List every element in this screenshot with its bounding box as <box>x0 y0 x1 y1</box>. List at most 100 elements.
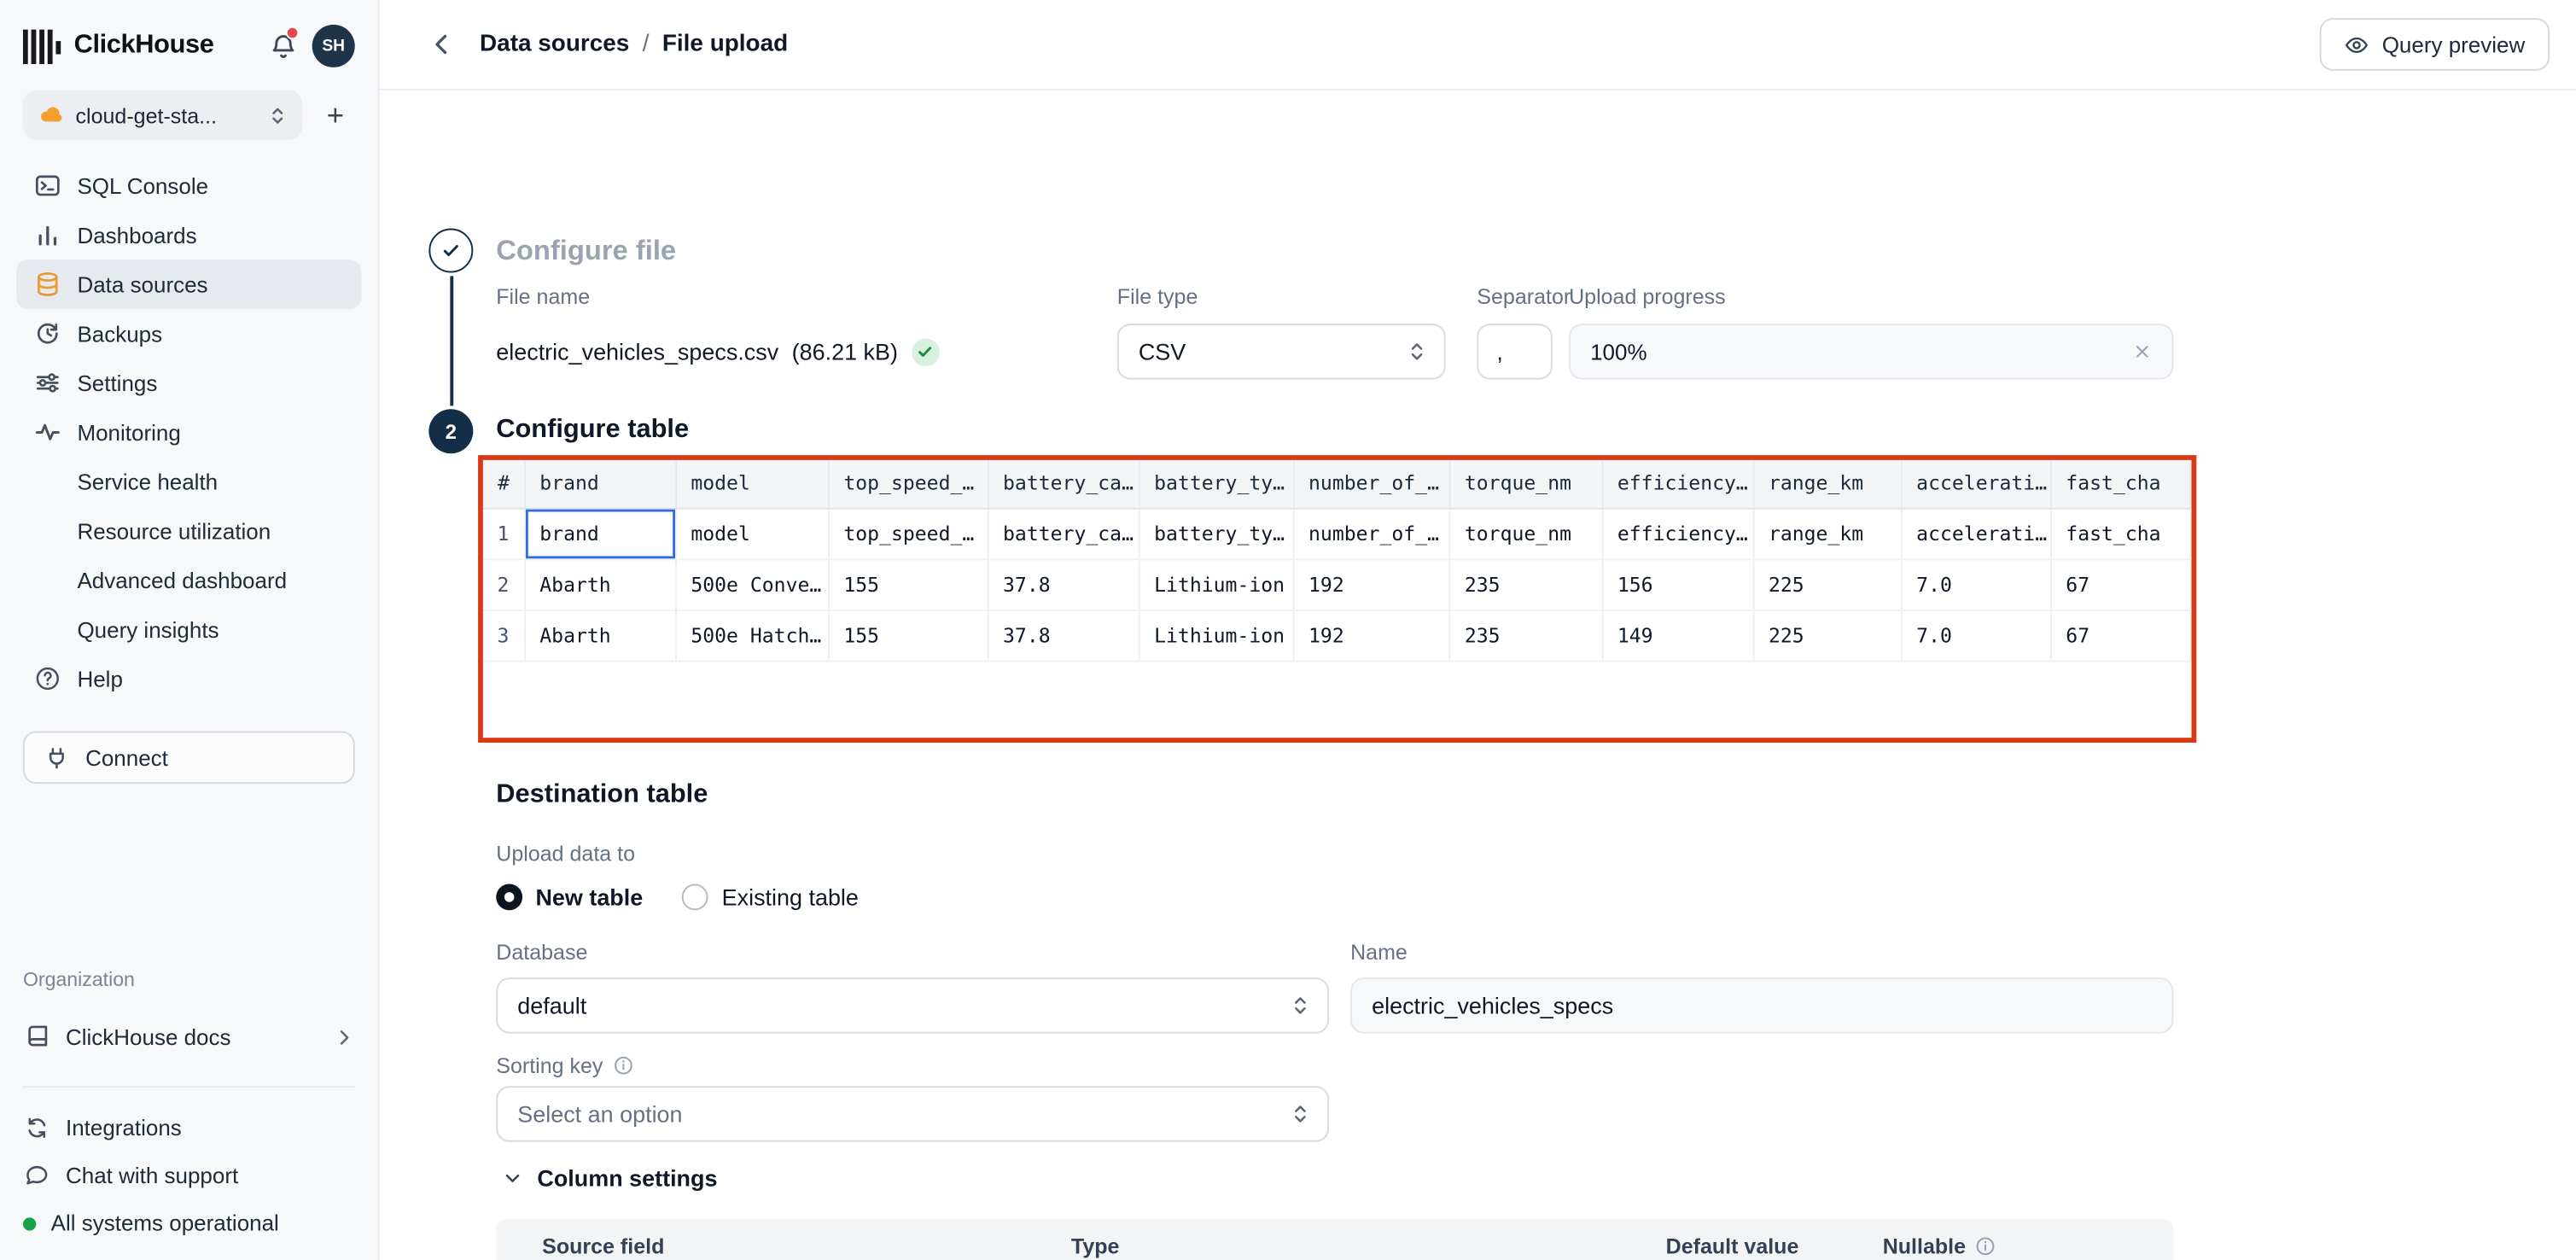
row-number: 1 <box>483 508 524 559</box>
chevron-updown-icon <box>1290 1102 1311 1125</box>
sidebar-item-backups[interactable]: Backups <box>16 309 361 359</box>
file-type-value: CSV <box>1139 338 1186 365</box>
service-selector[interactable]: cloud-get-sta... <box>23 90 303 140</box>
sorting-key-select[interactable]: Select an option <box>496 1086 1329 1141</box>
row-number: 2 <box>483 558 524 610</box>
service-selector-row: cloud-get-sta... + <box>0 69 378 140</box>
integrations-label: Integrations <box>66 1116 182 1140</box>
sidebar-item-dashboards[interactable]: Dashboards <box>16 210 361 260</box>
sidebar-item-help[interactable]: Help <box>16 654 361 703</box>
preview-cell[interactable]: torque_nm <box>1449 508 1602 559</box>
sidebar-item-sql-console[interactable]: SQL Console <box>16 161 361 211</box>
preview-cell[interactable]: Lithium-ion <box>1139 558 1293 610</box>
preview-cell[interactable]: Lithium-ion <box>1139 610 1293 661</box>
clear-upload-icon[interactable] <box>2129 338 2155 365</box>
query-preview-button[interactable]: Query preview <box>2320 18 2550 71</box>
book-icon <box>23 1023 51 1051</box>
docs-label: ClickHouse docs <box>66 1024 231 1049</box>
separator-input[interactable] <box>1477 324 1553 379</box>
preview-cell[interactable]: 192 <box>1293 610 1449 661</box>
sidebar-item-monitoring[interactable]: Monitoring <box>16 407 361 457</box>
preview-cell[interactable]: battery_ca… <box>988 508 1139 559</box>
sorting-key-label: Sorting key <box>496 1053 603 1078</box>
preview-col-header: range_km <box>1753 460 1901 508</box>
sidebar-item-label: Help <box>77 666 122 691</box>
back-chevron-icon[interactable] <box>425 28 458 61</box>
radio-new-table[interactable]: New table <box>496 884 643 910</box>
sidebar-item-advanced-dashboard[interactable]: Advanced dashboard <box>16 556 361 605</box>
page-content: 2 Configure file File name electric_vehi… <box>380 90 2576 1260</box>
preview-row: 3 Abarth 500e Hatch… 155 37.8 Lithium-io… <box>483 610 2190 661</box>
preview-cell-focused[interactable]: brand <box>524 508 675 559</box>
sidebar-item-query-insights[interactable]: Query insights <box>16 604 361 654</box>
preview-cell[interactable]: 67 <box>2050 610 2190 661</box>
preview-cell[interactable]: battery_ty… <box>1139 508 1293 559</box>
preview-cell[interactable]: fast_cha <box>2050 508 2190 559</box>
sidebar-item-data-sources[interactable]: Data sources <box>16 260 361 309</box>
upload-progress-value: 100% <box>1590 339 1646 364</box>
preview-cell[interactable]: 235 <box>1449 610 1602 661</box>
preview-cell[interactable]: 235 <box>1449 558 1602 610</box>
breadcrumb-separator: / <box>643 32 650 58</box>
add-service-button[interactable]: + <box>316 96 355 135</box>
preview-cell[interactable]: 155 <box>828 610 988 661</box>
integrations-link[interactable]: Integrations <box>23 1104 355 1152</box>
sidebar-item-service-health[interactable]: Service health <box>16 457 361 506</box>
integrations-icon <box>23 1114 51 1142</box>
column-settings-toggle[interactable]: Column settings <box>503 1165 718 1192</box>
table-name-input[interactable] <box>1350 977 2173 1033</box>
notifications-bell-icon[interactable] <box>266 30 299 62</box>
preview-cell[interactable]: number_of_… <box>1293 508 1449 559</box>
preview-cell[interactable]: top_speed_… <box>828 508 988 559</box>
preview-cell[interactable]: 7.0 <box>1901 610 2050 661</box>
preview-cell[interactable]: 149 <box>1602 610 1753 661</box>
preview-cell[interactable]: 37.8 <box>988 558 1139 610</box>
preview-cell[interactable]: 7.0 <box>1901 558 2050 610</box>
preview-cell[interactable]: 500e Hatch… <box>675 610 828 661</box>
database-select[interactable]: default <box>496 977 1329 1033</box>
clickhouse-docs-link[interactable]: ClickHouse docs <box>23 1012 355 1062</box>
connect-button[interactable]: Connect <box>23 731 355 784</box>
preview-cell[interactable]: 225 <box>1753 610 1901 661</box>
preview-cell[interactable]: range_km <box>1753 508 1901 559</box>
sidebar-item-label: SQL Console <box>77 173 208 198</box>
chat-support-link[interactable]: Chat with support <box>23 1152 355 1199</box>
preview-cell[interactable]: accelerati… <box>1901 508 2050 559</box>
preview-cell[interactable]: 225 <box>1753 558 1901 610</box>
sidebar-item-settings[interactable]: Settings <box>16 359 361 408</box>
preview-cell[interactable]: Abarth <box>524 610 675 661</box>
preview-cell[interactable]: 37.8 <box>988 610 1139 661</box>
radio-existing-table[interactable]: Existing table <box>682 884 858 910</box>
breadcrumb-data-sources[interactable]: Data sources <box>480 32 629 58</box>
nullable-header: Nullable <box>1883 1233 1966 1257</box>
name-label: Name <box>1350 940 2173 965</box>
upload-data-to-label: Upload data to <box>496 841 635 866</box>
system-status[interactable]: All systems operational <box>23 1199 355 1247</box>
preview-cell[interactable]: model <box>675 508 828 559</box>
chevron-updown-icon <box>1407 340 1428 363</box>
sliders-icon <box>32 369 61 397</box>
radio-existing-table-label: Existing table <box>722 884 859 910</box>
row-number: 3 <box>483 610 524 661</box>
avatar[interactable]: SH <box>312 25 355 67</box>
file-type-label: File type <box>1117 284 1477 309</box>
sidebar-item-label: Advanced dashboard <box>77 568 287 592</box>
info-icon[interactable] <box>1974 1234 1996 1256</box>
preview-cell[interactable]: efficiency… <box>1602 508 1753 559</box>
preview-cell[interactable]: 155 <box>828 558 988 610</box>
file-type-select[interactable]: CSV <box>1117 324 1446 379</box>
eye-icon <box>2344 32 2369 57</box>
sidebar-item-resource-utilization[interactable]: Resource utilization <box>16 506 361 556</box>
notification-dot <box>286 26 299 39</box>
sidebar-item-label: Monitoring <box>77 420 180 445</box>
file-name-value: electric_vehicles_specs.csv <box>496 338 778 365</box>
preview-cell[interactable]: Abarth <box>524 558 675 610</box>
info-icon[interactable] <box>613 1055 634 1076</box>
preview-row: 2 Abarth 500e Conve… 155 37.8 Lithium-io… <box>483 558 2190 610</box>
preview-cell[interactable]: 67 <box>2050 558 2190 610</box>
preview-cell[interactable]: 500e Conve… <box>675 558 828 610</box>
preview-col-header: fast_cha <box>2050 460 2190 508</box>
query-preview-label: Query preview <box>2382 32 2526 57</box>
preview-cell[interactable]: 192 <box>1293 558 1449 610</box>
preview-cell[interactable]: 156 <box>1602 558 1753 610</box>
